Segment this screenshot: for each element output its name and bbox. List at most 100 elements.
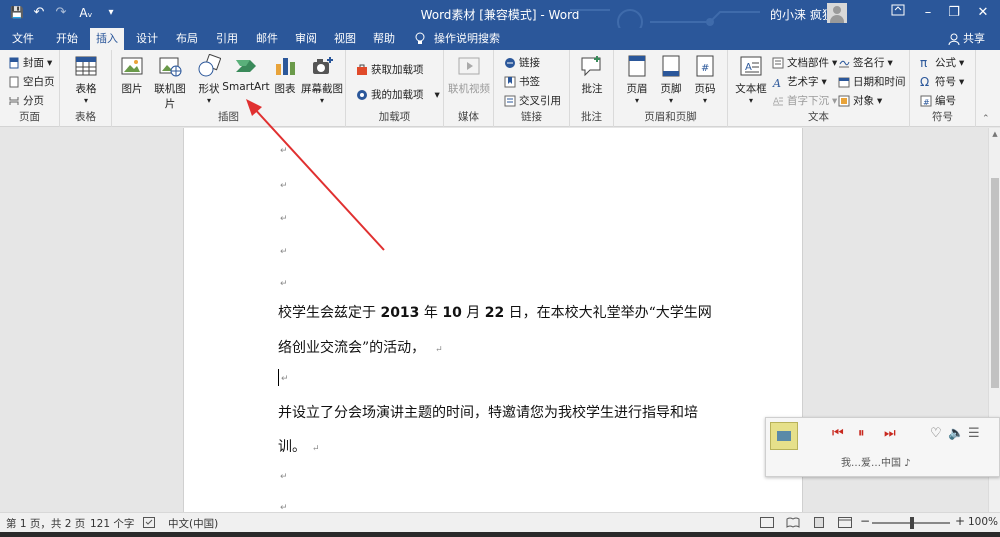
cross-reference-button[interactable]: 交叉引用	[504, 93, 561, 108]
page-number-icon: #	[693, 54, 717, 78]
page-count[interactable]: 第 1 页，共 2 页	[6, 516, 85, 531]
signature-line-button[interactable]: 签名行 ▾	[838, 55, 893, 70]
web-layout-icon[interactable]	[838, 517, 852, 531]
quick-parts-button[interactable]: 文档部件 ▾	[772, 55, 837, 70]
focus-mode-icon[interactable]	[760, 517, 774, 531]
zoom-out-button[interactable]: −	[860, 514, 870, 528]
ribbon-display-icon	[891, 4, 905, 16]
object-button[interactable]: 对象 ▾	[838, 93, 882, 108]
page-break-button[interactable]: 分页	[8, 93, 44, 108]
page-number-button[interactable]: # 页码 ▾	[690, 54, 720, 105]
tab-file[interactable]: 文件	[12, 28, 34, 50]
picture-button[interactable]: 图片	[118, 54, 146, 96]
music-player: ⏮ ⏸ ⏭ ♡ 🔈 ☰ 我…爱…中国 ♪	[765, 417, 1000, 477]
group-links: 链接 书签 交叉引用 链接	[494, 50, 570, 127]
group-text: A 文本框 ▾ 文档部件 ▾ A 艺术字 ▾ A 首字下沉 ▾ 签名行 ▾ 日期和时间 …	[728, 50, 910, 127]
header-button[interactable]: 页眉 ▾	[622, 54, 652, 105]
comment-icon	[580, 54, 604, 78]
share-button[interactable]: 共享	[963, 28, 985, 50]
get-addins-button[interactable]: 获取加载项	[356, 62, 424, 77]
ribbon-display-button[interactable]	[883, 2, 913, 24]
svg-text:A: A	[772, 77, 781, 88]
equation-button[interactable]: π 公式 ▾	[920, 55, 964, 70]
online-video-button[interactable]: 联机视频	[448, 54, 490, 96]
scroll-thumb[interactable]	[991, 178, 999, 388]
group-illustrations: 图片 联机图片 形状 ▾ SmartArt 图表 屏幕截图 ▾ 插图	[112, 50, 346, 127]
symbol-button[interactable]: Ω 符号 ▾	[920, 74, 964, 89]
my-addins-button[interactable]: 我的加载项 ▾	[356, 87, 440, 102]
chart-icon	[273, 54, 297, 78]
tell-me-search[interactable]: 操作说明搜索	[434, 28, 500, 50]
chart-button[interactable]: 图表	[272, 54, 298, 96]
language[interactable]: 中文(中国)	[168, 516, 218, 531]
zoom-slider[interactable]	[872, 517, 950, 529]
group-label-text: 文本	[808, 111, 829, 123]
tab-insert[interactable]: 插入	[90, 28, 124, 50]
table-button[interactable]: 表格 ▾	[72, 54, 100, 105]
status-bar: 第 1 页，共 2 页 121 个字 中文(中国) − + 100%	[0, 512, 1000, 532]
group-label-addins: 加载项	[378, 111, 411, 123]
tab-mailings[interactable]: 邮件	[256, 28, 278, 50]
group-label-illustrations: 插图	[218, 111, 239, 123]
print-layout-icon[interactable]	[812, 517, 826, 531]
shapes-button[interactable]: 形状 ▾	[194, 53, 224, 105]
number-button[interactable]: # 编号	[920, 93, 956, 108]
screenshot-button[interactable]: 屏幕截图 ▾	[300, 54, 344, 105]
omega-icon: Ω	[920, 74, 930, 89]
cover-page-button[interactable]: 封面 ▾	[8, 55, 52, 70]
blank-page-button[interactable]: 空白页	[8, 74, 55, 89]
object-icon	[838, 95, 850, 107]
pause-button[interactable]: ⏸	[858, 426, 865, 441]
word-count[interactable]: 121 个字	[90, 516, 134, 531]
zoom-in-button[interactable]: +	[955, 514, 965, 528]
cover-page-icon	[8, 57, 20, 69]
pi-icon: π	[920, 55, 928, 70]
tab-layout[interactable]: 布局	[176, 28, 198, 50]
wordart-button[interactable]: A 艺术字 ▾	[772, 74, 827, 90]
tab-home[interactable]: 开始	[56, 28, 78, 50]
zoom-level[interactable]: 100%	[968, 516, 998, 528]
link-icon	[504, 57, 516, 69]
paragraph-mark: ↵	[280, 247, 288, 257]
blank-page-icon	[8, 76, 20, 88]
next-track-button[interactable]: ⏭	[884, 426, 896, 441]
zoom-knob[interactable]	[910, 517, 914, 529]
screenshot-icon	[310, 54, 334, 78]
collapse-ribbon-icon[interactable]: ⌃	[982, 114, 990, 124]
smartart-button[interactable]: SmartArt	[222, 54, 270, 93]
restore-button[interactable]: ❐	[939, 2, 969, 24]
close-button[interactable]: ✕	[968, 2, 998, 24]
tab-design[interactable]: 设计	[136, 28, 158, 50]
tab-review[interactable]: 审阅	[295, 28, 317, 50]
read-mode-icon[interactable]	[786, 517, 800, 531]
page-break-icon	[8, 95, 20, 107]
group-symbols: π 公式 ▾ Ω 符号 ▾ # 编号 符号	[910, 50, 976, 127]
previous-track-button[interactable]: ⏮	[832, 426, 844, 441]
online-picture-button[interactable]: 联机图片	[150, 54, 190, 111]
heart-icon[interactable]: ♡	[930, 426, 942, 441]
new-comment-button[interactable]: 批注	[578, 54, 606, 96]
tab-view[interactable]: 视图	[334, 28, 356, 50]
textbox-button[interactable]: A 文本框 ▾	[734, 54, 768, 105]
footer-button[interactable]: 页脚 ▾	[656, 54, 686, 105]
scroll-up-icon[interactable]: ▲	[989, 130, 1000, 138]
picture-icon	[120, 54, 144, 78]
signature-icon	[838, 57, 850, 69]
user-name[interactable]: 的小涞 疯狂	[770, 6, 834, 23]
paragraph-mark: ↵	[280, 214, 288, 224]
ribbon-tabs: 文件 开始 插入 设计 布局 引用 邮件 审阅 视图 帮助 操作说明搜索 共享	[0, 28, 1000, 50]
document-line-1: 校学生会兹定于 2013 年 10 月 22 日，在本校大礼堂举办“大学生网	[278, 305, 712, 321]
bookmark-button[interactable]: 书签	[504, 74, 540, 89]
calendar-icon	[838, 76, 850, 88]
date-time-button[interactable]: 日期和时间	[838, 74, 906, 89]
group-label-tables: 表格	[75, 111, 96, 123]
tab-references[interactable]: 引用	[216, 28, 238, 50]
album-art	[770, 422, 798, 450]
tab-help[interactable]: 帮助	[373, 28, 395, 50]
drop-cap-button[interactable]: A 首字下沉 ▾	[772, 93, 837, 108]
playlist-icon[interactable]: ☰	[968, 426, 980, 441]
link-button[interactable]: 链接	[504, 55, 540, 70]
volume-icon[interactable]: 🔈	[948, 426, 964, 441]
avatar[interactable]	[827, 3, 847, 23]
proofing-icon[interactable]	[143, 517, 155, 531]
